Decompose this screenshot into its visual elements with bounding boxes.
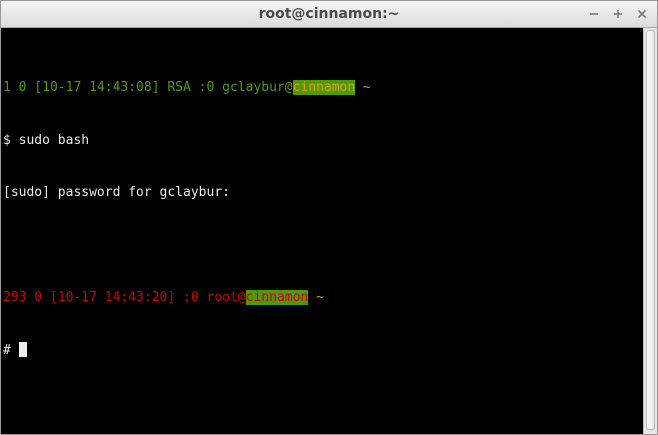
terminal-line-sudo-password: [sudo] password for gclaybur:	[3, 185, 230, 200]
root-prompt-hostname: cinnamon	[245, 290, 309, 305]
close-icon	[637, 9, 647, 19]
title-bar[interactable]: root@cinnamon:~	[1, 1, 657, 28]
maximize-button[interactable]	[611, 7, 625, 21]
window-controls	[587, 1, 649, 27]
prompt-info: 1 0 [10-17 14:43:08] RSA :0 gclaybur@	[3, 80, 293, 95]
prompt-hostname: cinnamon	[292, 80, 356, 95]
root-prompt-directory: ~	[308, 290, 324, 305]
terminal-output[interactable]: 1 0 [10-17 14:43:08] RSA :0 gclaybur@cin…	[1, 28, 643, 434]
prompt-directory: ~	[355, 80, 371, 95]
terminal-window: root@cinnamon:~ 1 0 [10-17 14:43:08] RSA…	[0, 0, 658, 435]
terminal-line-input: #	[3, 341, 643, 360]
minimize-button[interactable]	[587, 7, 601, 21]
scrollbar-thumb[interactable]	[646, 30, 655, 430]
terminal-line-command: $ sudo bash	[3, 132, 90, 148]
terminal-line-root-prompt: 293 0 [10-17 14:43:20] :0 root@cinnamon …	[3, 289, 643, 307]
terminal-line-user-prompt: 1 0 [10-17 14:43:08] RSA :0 gclaybur@cin…	[3, 79, 643, 97]
maximize-icon	[614, 10, 622, 18]
root-hash-prompt: #	[3, 342, 11, 358]
root-prompt-info: 293 0 [10-17 14:43:20] :0 root@	[3, 290, 246, 305]
vertical-scrollbar[interactable]	[643, 28, 657, 434]
text-cursor	[18, 341, 27, 357]
window-title: root@cinnamon:~	[258, 6, 400, 22]
close-button[interactable]	[635, 7, 649, 21]
minimize-icon	[590, 13, 598, 15]
